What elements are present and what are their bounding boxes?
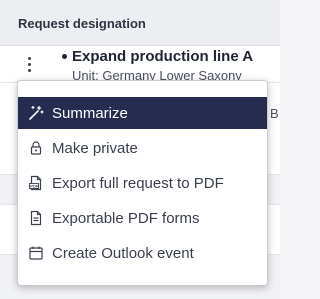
more-options-icon[interactable] (24, 54, 36, 74)
context-menu: Summarize Make private PDF Export full r… (17, 80, 268, 286)
table-row[interactable]: Expand production line A Unit: Germany L… (0, 46, 280, 83)
pdf-file-icon: PDF (28, 175, 44, 191)
menu-item-label: Create Outlook event (52, 244, 194, 262)
menu-item-make-private[interactable]: Make private (18, 132, 267, 164)
menu-item-label: Summarize (52, 104, 128, 122)
column-header-request-designation: Request designation (0, 0, 280, 46)
menu-item-label: Exportable PDF forms (52, 209, 200, 227)
document-icon (28, 210, 44, 226)
lock-icon (28, 140, 44, 156)
menu-item-create-outlook-event[interactable]: Create Outlook event (18, 237, 267, 269)
menu-item-export-pdf[interactable]: PDF Export full request to PDF (18, 167, 267, 199)
menu-item-label: Export full request to PDF (52, 174, 224, 192)
menu-item-label: Make private (52, 139, 138, 157)
calendar-icon (28, 245, 44, 261)
menu-item-summarize[interactable]: Summarize (18, 97, 267, 129)
menu-item-exportable-pdf-forms[interactable]: Exportable PDF forms (18, 202, 267, 234)
svg-text:PDF: PDF (30, 184, 39, 189)
request-title: Expand production line A (72, 48, 254, 65)
bullet-icon (62, 54, 67, 59)
magic-wand-icon (28, 105, 44, 121)
truncated-cell-text: B (270, 106, 279, 121)
